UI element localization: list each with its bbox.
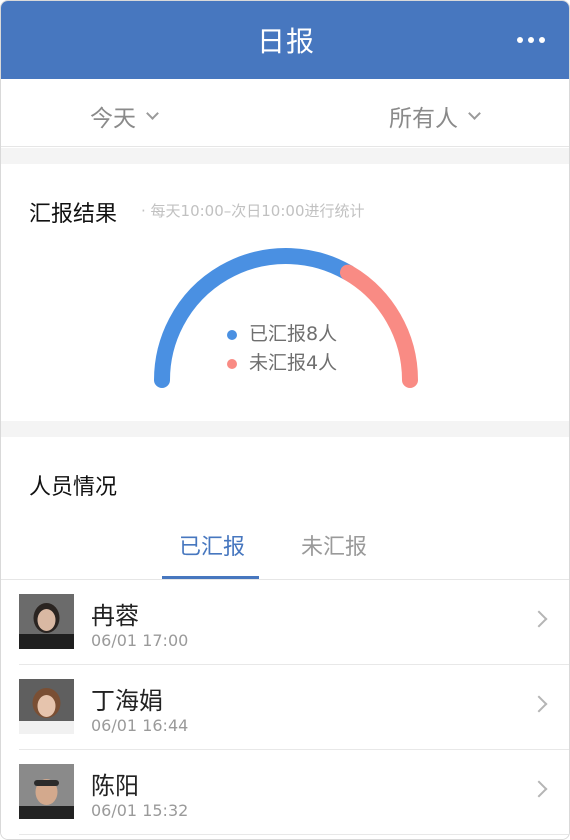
filter-bar: 今天 所有人 — [1, 79, 569, 147]
people-filter-dropdown[interactable]: 所有人 — [389, 99, 481, 133]
report-time: 06/01 17:00 — [91, 631, 189, 650]
legend-unreported: 未汇报4人 — [227, 349, 337, 378]
personnel-section: 人员情况 已汇报 未汇报 冉蓉 06/01 17:00 丁海娟 06/01 16… — [1, 437, 569, 839]
page-title: 日报 — [256, 25, 315, 58]
row-divider — [19, 834, 569, 835]
list-item[interactable]: 冉蓉 06/01 17:00 — [1, 580, 569, 665]
legend-unreported-label: 未汇报4人 — [249, 352, 338, 374]
chevron-right-icon — [530, 695, 548, 713]
tab-unreported[interactable]: 未汇报 — [301, 529, 367, 561]
avatar — [19, 594, 74, 649]
tab-reported[interactable]: 已汇报 — [179, 529, 245, 561]
gauge-arc-unreported — [340, 264, 418, 388]
top-bar: 日报 — [1, 1, 569, 79]
person-name: 陈阳 — [91, 772, 139, 800]
chevron-down-icon — [468, 106, 481, 120]
chevron-right-icon — [530, 780, 548, 798]
report-result-subtitle: · 每天10:00–次日10:00进行统计 — [141, 202, 365, 220]
list-item[interactable]: 丁海娟 06/01 16:44 — [1, 665, 569, 750]
chevron-down-icon — [146, 106, 159, 120]
more-icon[interactable] — [517, 37, 545, 43]
report-time: 06/01 16:44 — [91, 716, 189, 735]
date-filter-dropdown[interactable]: 今天 — [90, 99, 159, 133]
report-result-title: 汇报结果 — [29, 202, 118, 227]
more-dot — [528, 37, 534, 43]
avatar — [19, 764, 74, 819]
avatar-image — [19, 679, 74, 734]
avatar-image — [19, 764, 74, 819]
avatar-image — [19, 594, 74, 649]
list-item[interactable]: 陈阳 06/01 15:32 — [1, 750, 569, 835]
report-time: 06/01 15:32 — [91, 801, 189, 820]
legend-dot-reported — [227, 329, 237, 340]
people-filter-label: 所有人 — [389, 106, 458, 132]
more-dot — [517, 37, 523, 43]
person-name: 冉蓉 — [91, 602, 139, 630]
personnel-list: 冉蓉 06/01 17:00 丁海娟 06/01 16:44 陈阳 06/01 … — [1, 580, 569, 835]
gauge-legend: 已汇报8人 未汇报4人 — [227, 320, 337, 378]
legend-reported: 已汇报8人 — [227, 320, 337, 349]
section-divider — [1, 421, 569, 437]
app-frame: 日报 今天 所有人 汇报结果 · 每天10:00–次日10:00进行统计 已汇报… — [0, 0, 570, 840]
chevron-right-icon — [530, 610, 548, 628]
person-name: 丁海娟 — [91, 687, 163, 715]
avatar — [19, 679, 74, 734]
legend-reported-label: 已汇报8人 — [249, 323, 338, 345]
personnel-title: 人员情况 — [29, 475, 118, 500]
date-filter-label: 今天 — [90, 106, 136, 132]
report-result-card: 汇报结果 · 每天10:00–次日10:00进行统计 已汇报8人 未汇报4人 — [1, 164, 569, 420]
section-divider — [1, 148, 569, 164]
more-dot — [539, 37, 545, 43]
legend-dot-unreported — [227, 358, 237, 369]
